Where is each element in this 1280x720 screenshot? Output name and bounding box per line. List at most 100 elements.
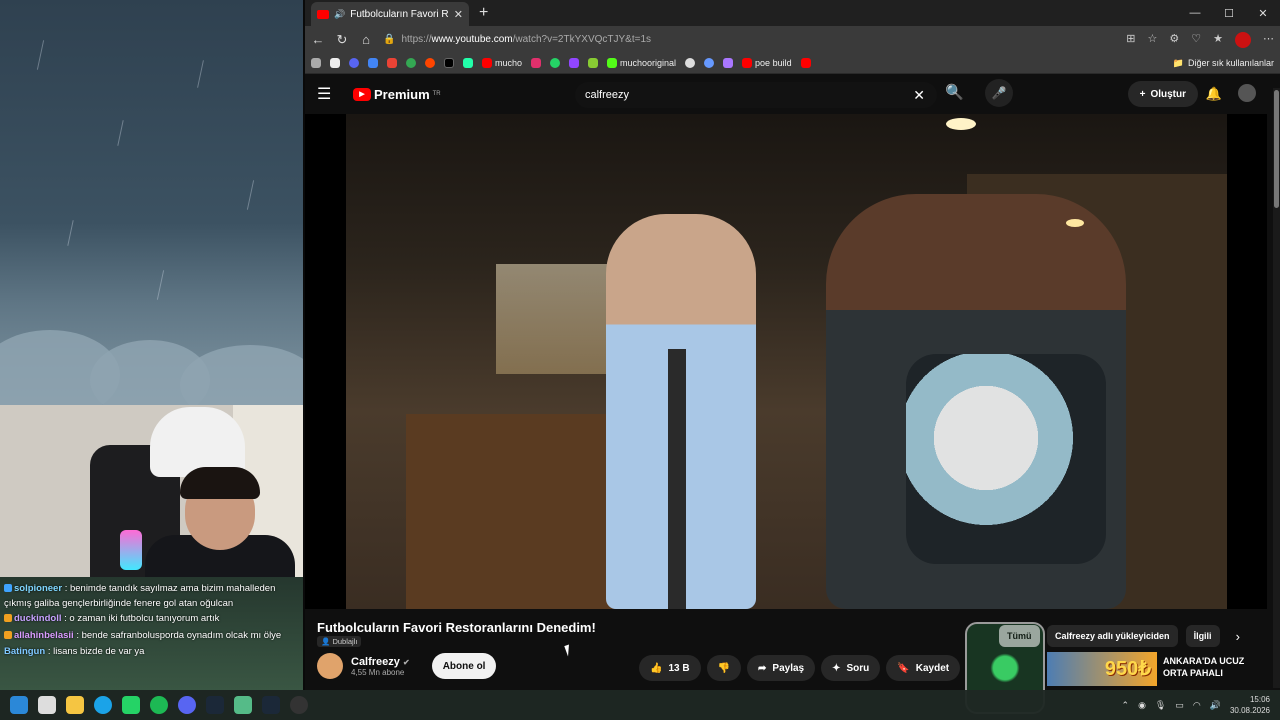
- search-input[interactable]: calfreezy ✕: [575, 82, 937, 108]
- url-field[interactable]: 🔒 https://www.youtube.com/watch?v=2TkYXV…: [383, 34, 1116, 45]
- start-icon[interactable]: [10, 696, 28, 714]
- bookmark-instagram-icon[interactable]: [531, 58, 542, 68]
- favorite-star-icon[interactable]: ☆: [1148, 32, 1158, 48]
- steam-icon[interactable]: [206, 696, 224, 714]
- task-view-icon[interactable]: [38, 696, 56, 714]
- recommended-video[interactable]: 950₺ ANKARA'DA UCUZ ORTA PAHALI: [1047, 652, 1258, 686]
- edge-icon[interactable]: [94, 696, 112, 714]
- steam-icon[interactable]: [262, 696, 280, 714]
- obs-icon[interactable]: [290, 696, 308, 714]
- channel-info: Calfreezy ✔ 4,55 Mn abone: [351, 656, 410, 677]
- back-icon[interactable]: ←: [311, 32, 325, 47]
- recommended-title[interactable]: ANKARA'DA UCUZ ORTA PAHALI: [1163, 655, 1258, 686]
- search-value: calfreezy: [585, 89, 630, 101]
- menu-icon[interactable]: ☰: [317, 84, 339, 104]
- url-path: /watch?v=2TkYXVQcTJY&t=1s: [512, 34, 652, 45]
- logo-text: Premium: [374, 86, 430, 102]
- create-button[interactable]: + Oluştur: [1127, 81, 1198, 107]
- bookmark-feather-icon[interactable]: [723, 58, 734, 68]
- channel-name[interactable]: Calfreezy ✔: [351, 656, 410, 668]
- rain-drop: [117, 120, 124, 146]
- chip-uploader[interactable]: Calfreezy adlı yükleyiciden: [1047, 625, 1178, 647]
- recommended-thumbnail[interactable]: 950₺: [1047, 652, 1157, 686]
- maximize-icon[interactable]: ☐: [1212, 0, 1246, 26]
- volume-icon[interactable]: 🔊: [1210, 700, 1221, 711]
- cloud: [180, 345, 303, 405]
- close-tab-icon[interactable]: ✕: [454, 8, 463, 21]
- create-label: Oluştur: [1150, 88, 1186, 100]
- scrollbar-thumb[interactable]: [1274, 90, 1279, 208]
- display-icon[interactable]: ▭: [1175, 700, 1184, 711]
- dislike-button[interactable]: 👎: [706, 655, 742, 681]
- home-icon[interactable]: ⌂: [359, 32, 373, 47]
- split-view-icon[interactable]: ⊞: [1126, 32, 1135, 48]
- app-icon[interactable]: [234, 696, 252, 714]
- bookmark-youtube-icon[interactable]: [800, 58, 811, 68]
- bookmark-x-icon[interactable]: [444, 58, 454, 68]
- bookmark-twitch-icon[interactable]: [569, 58, 580, 68]
- chip-related[interactable]: İlgili: [1185, 625, 1220, 647]
- bookmark-gallery-icon[interactable]: [330, 58, 340, 68]
- extensions-icon[interactable]: ⚙: [1169, 32, 1179, 48]
- tab-youtube[interactable]: 🔊 Futbolcuların Favori Restoranl ✕: [311, 2, 469, 26]
- chevron-up-icon[interactable]: ⌃: [1122, 700, 1130, 711]
- youtube-logo[interactable]: ▶ Premium TR: [353, 87, 441, 102]
- bookmark-discord-icon[interactable]: [349, 58, 359, 68]
- mic-tray-icon[interactable]: 🎙: [1155, 700, 1166, 711]
- wifi-icon[interactable]: ◠: [1193, 700, 1201, 711]
- chat-text: : lisans bizde de var ya: [47, 646, 145, 657]
- other-bookmarks[interactable]: 📁 Diğer sık kullanılanlar: [1173, 58, 1274, 69]
- bookmark-tab-icon[interactable]: [311, 58, 321, 68]
- chat-message: duckindoll : o zaman iki futbolcu tanıyo…: [4, 611, 299, 628]
- more-menu-icon[interactable]: ⋯: [1263, 32, 1274, 48]
- new-tab-icon[interactable]: +: [479, 4, 488, 22]
- network-icon[interactable]: ◉: [1138, 700, 1146, 711]
- video-player[interactable]: [305, 114, 1267, 609]
- whatsapp-icon[interactable]: [122, 696, 140, 714]
- bookmark-youtube-mucho[interactable]: mucho: [482, 58, 522, 68]
- speaker-icon[interactable]: 🔊: [334, 9, 345, 20]
- clock[interactable]: 15:06 30.08.2026: [1230, 694, 1270, 716]
- bookmark-reddit-icon[interactable]: [425, 58, 435, 68]
- mic-icon[interactable]: 🎤: [985, 79, 1013, 107]
- refresh-icon[interactable]: ↻: [335, 32, 349, 48]
- profile-icon[interactable]: [1235, 31, 1251, 48]
- bookmark-whatsapp-icon[interactable]: [550, 58, 561, 68]
- file-explorer-icon[interactable]: [66, 696, 84, 714]
- subscribe-button[interactable]: Abone ol: [431, 653, 497, 679]
- bookmark-app-icon[interactable]: [463, 58, 473, 68]
- chevron-right-icon[interactable]: ›: [1236, 629, 1240, 644]
- bookmark-chrome-icon[interactable]: [406, 58, 416, 68]
- bookmark-gmail-icon[interactable]: [387, 58, 397, 68]
- favorites-icon[interactable]: ★: [1213, 32, 1223, 48]
- bookmark-kick-muchooriginal[interactable]: muchooriginal: [607, 58, 676, 68]
- notifications-icon[interactable]: 🔔: [1206, 86, 1222, 102]
- share-button[interactable]: ➦ Paylaş: [747, 655, 816, 681]
- chip-all[interactable]: Tümü: [999, 625, 1040, 647]
- spotify-icon[interactable]: [150, 696, 168, 714]
- bookmark-blue-icon[interactable]: [704, 58, 715, 68]
- person-icon: 👤: [321, 637, 331, 646]
- dubbed-label: Dublajlı: [332, 637, 358, 646]
- bookmark-youtube-poe-build[interactable]: poe build: [742, 58, 792, 68]
- tab-strip: 🔊 Futbolcuların Favori Restoranl ✕ + — ☐…: [305, 0, 1280, 26]
- taskbar: ⌃ ◉ 🎙 ▭ ◠ 🔊 15:06 30.08.2026: [0, 690, 1280, 720]
- discord-icon[interactable]: [178, 696, 196, 714]
- lock-icon: 🔒: [383, 34, 396, 45]
- channel-avatar[interactable]: [317, 653, 343, 679]
- ask-button[interactable]: ✦ Soru: [821, 655, 881, 681]
- save-button[interactable]: 🔖 Kaydet: [886, 655, 961, 681]
- bookmark-openai-icon[interactable]: [685, 58, 696, 68]
- page-scrollbar[interactable]: [1273, 88, 1280, 688]
- clear-search-icon[interactable]: ✕: [913, 87, 925, 104]
- close-window-icon[interactable]: ✕: [1246, 0, 1280, 26]
- bookmarks-bar: mucho muchooriginal poe build 📁 Diğer sık…: [305, 53, 1280, 74]
- chat-badge-icon: [4, 584, 12, 592]
- account-avatar[interactable]: [1238, 84, 1256, 102]
- performance-icon[interactable]: ♡: [1191, 32, 1201, 48]
- search-icon[interactable]: 🔍: [945, 83, 964, 101]
- bookmark-translate-icon[interactable]: [368, 58, 378, 68]
- like-button[interactable]: 👍 13 B: [639, 655, 701, 681]
- minimize-icon[interactable]: —: [1178, 0, 1212, 26]
- bookmark-puzzle-icon[interactable]: [588, 58, 599, 68]
